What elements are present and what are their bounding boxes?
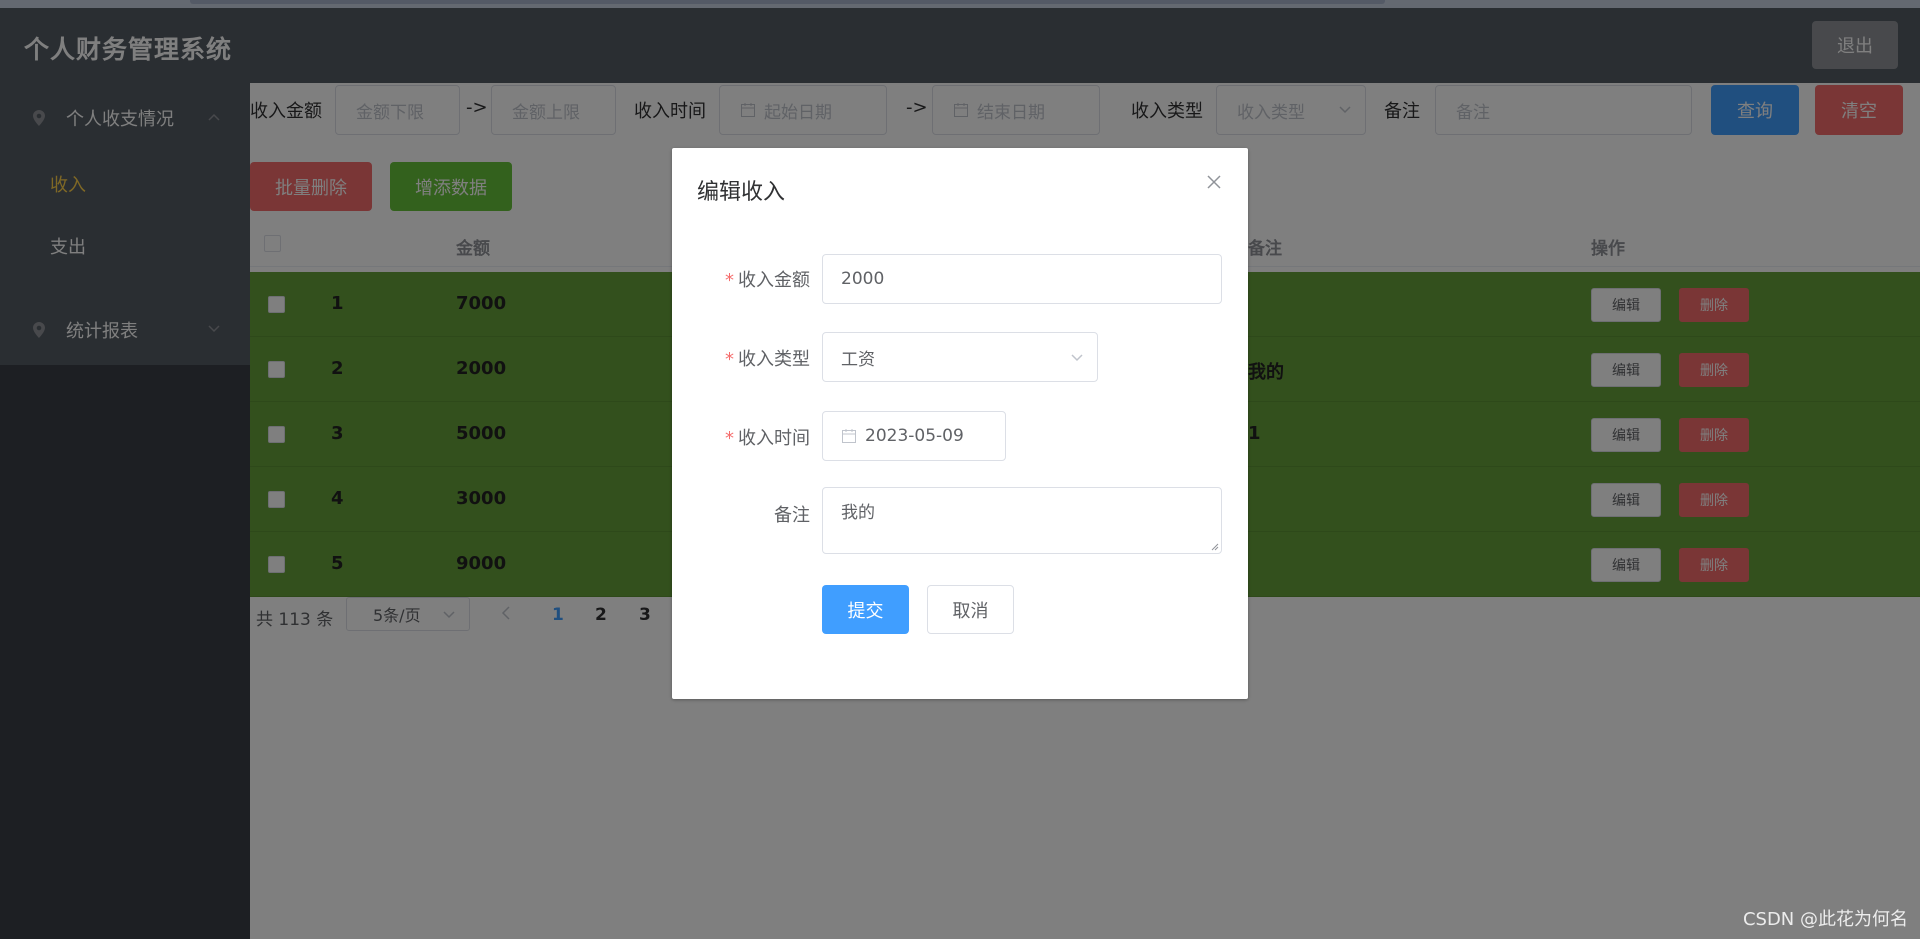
income-date-value: 2023-05-09 (865, 426, 964, 446)
close-icon[interactable] (1206, 174, 1222, 190)
note-textarea[interactable]: 我的 (822, 487, 1222, 554)
required-mark: * (725, 349, 734, 370)
submit-button[interactable]: 提交 (822, 585, 909, 634)
income-type-value: 工资 (841, 349, 875, 370)
type-form-label: * 收入类型 (672, 345, 810, 371)
chevron-down-icon (1071, 354, 1083, 362)
calendar-icon (842, 429, 856, 443)
dialog-title: 编辑收入 (697, 180, 786, 205)
income-type-select[interactable]: 工资 (822, 332, 1098, 382)
note-textarea-value: 我的 (841, 503, 875, 523)
income-date-picker[interactable]: 2023-05-09 (822, 411, 1006, 461)
required-mark: * (725, 428, 734, 449)
note-form-label: 备注 (774, 505, 810, 526)
edit-income-dialog: 编辑收入 * 收入金额 2000 * 收入类型 工资 * 收入时间 2023-05-0… (672, 148, 1248, 699)
amount-field[interactable]: 2000 (822, 254, 1222, 304)
type-label-text: 收入类型 (738, 349, 810, 370)
watermark: CSDN @此花为何名 (1742, 909, 1908, 930)
amount-label-text: 收入金额 (738, 270, 810, 291)
time-label-text: 收入时间 (738, 428, 810, 449)
time-form-label: * 收入时间 (672, 424, 810, 450)
resize-grip-icon[interactable] (1209, 541, 1219, 551)
amount-form-label: * 收入金额 (672, 266, 810, 292)
cancel-button[interactable]: 取消 (927, 585, 1014, 634)
required-mark: * (725, 270, 734, 291)
